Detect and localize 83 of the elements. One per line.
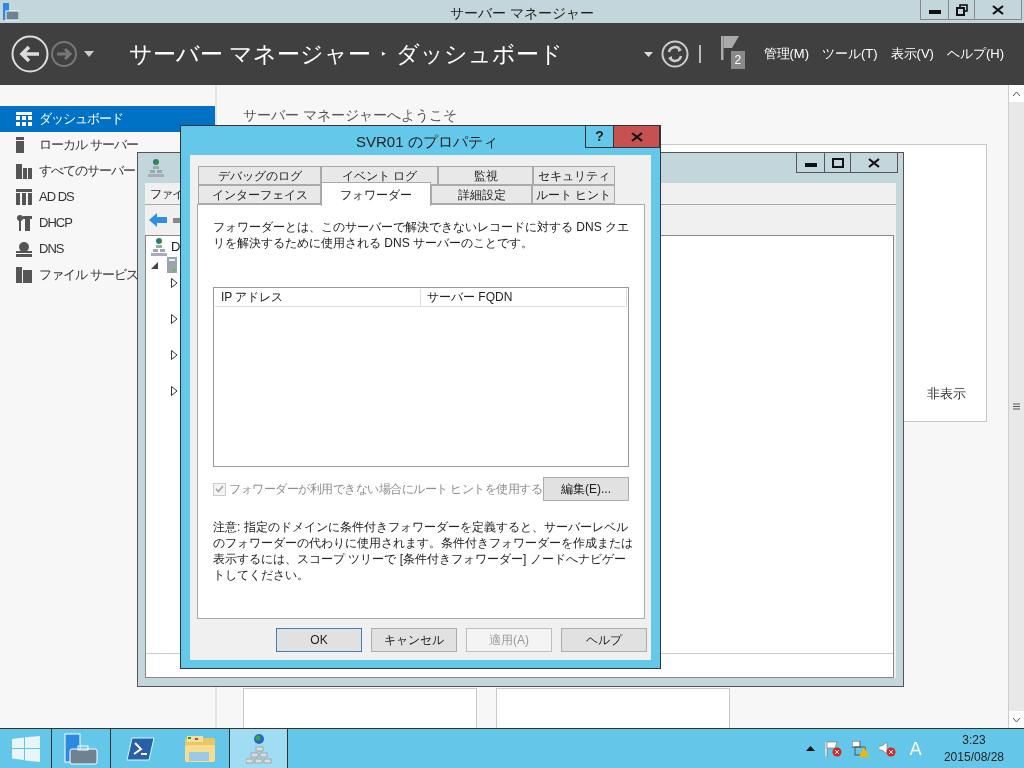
servers-icon	[16, 163, 32, 179]
menu-item[interactable]: 表示(V)	[890, 44, 934, 64]
folder-icon	[183, 734, 216, 763]
minimize-icon	[804, 162, 817, 167]
notification-badge: 2	[730, 51, 746, 69]
checkbox-label: フォワーダーが利用できない場合にルート ヒントを使用する	[229, 481, 543, 498]
dialog-button[interactable]: キャンセル	[371, 628, 457, 652]
refresh-icon[interactable]	[660, 40, 689, 68]
app-icon	[148, 159, 164, 177]
network-warning-icon[interactable]	[851, 740, 869, 757]
sidebar-label: ファイル サービス	[39, 266, 138, 285]
column-header[interactable]: サーバー FQDN	[421, 289, 627, 306]
restore-icon	[955, 3, 968, 16]
back-icon[interactable]	[11, 35, 49, 73]
windows-logo-icon	[11, 735, 40, 762]
tab[interactable]: セキュリティ	[533, 166, 615, 185]
menu-item[interactable]: 管理(M)	[763, 44, 809, 64]
globe-server-icon	[16, 241, 32, 257]
expand-arrow-icon[interactable]	[171, 350, 178, 360]
tools-icon	[16, 215, 32, 231]
terminal-icon	[126, 736, 155, 761]
hide-link[interactable]: 非表示	[927, 383, 966, 403]
breadcrumb-item: ダッシュボード	[396, 39, 564, 69]
sidebar-label: AD DS	[39, 188, 74, 207]
column-header[interactable]: IP アドレス	[215, 289, 421, 306]
breadcrumb-item: サーバー マネージャー	[129, 39, 372, 69]
server-icon	[16, 137, 24, 153]
tab[interactable]: フォワーダー	[321, 182, 431, 206]
scroll-up-icon[interactable]	[1013, 91, 1020, 96]
breadcrumb-separator: ‣	[381, 44, 387, 64]
scroll-grip-icon[interactable]	[1013, 403, 1020, 410]
expand-arrow-icon[interactable]	[171, 278, 178, 288]
file-server-icon	[16, 267, 32, 283]
dns-tree-icon	[245, 732, 272, 765]
sidebar-label: ローカル サーバー	[39, 136, 138, 155]
window-title: サーバー マネージャー	[450, 4, 594, 23]
dialog-title: SVR01 のプロパティ	[356, 132, 498, 152]
note-text: 注意: 指定のドメインに条件付きフォワーダーを定義すると、サーバーレベルのフォワーダーの代わりに使用されます。条件付きフォワーダーを作成または表示するには、スコープ ツリーで [条件付きフォワーダー] ノードへナビゲートしてください。	[213, 519, 633, 583]
dropdown-icon[interactable]	[643, 51, 653, 57]
sidebar-label: ダッシュボード	[39, 110, 123, 129]
edit-button[interactable]: 編集(E)...	[543, 477, 629, 501]
tree-item[interactable]: D	[171, 237, 181, 257]
close-icon	[868, 157, 880, 168]
sidebar-label: すべてのサーバー	[39, 162, 135, 181]
close-icon	[992, 4, 1004, 15]
dialog-button[interactable]: ヘルプ	[561, 628, 647, 652]
tab[interactable]: 監視	[438, 166, 533, 185]
server-toolbox-icon	[64, 732, 98, 765]
clock-time[interactable]: 3:23	[962, 731, 986, 749]
menu-item[interactable]: ヘルプ(H)	[946, 44, 1004, 64]
tab[interactable]: 詳細設定	[431, 185, 532, 204]
description-text: フォワーダーとは、このサーバーで解決できないレコードに対する DNS クエリを解決するために使用される DNS サーバーのことです。	[213, 219, 630, 251]
scroll-down-icon[interactable]	[1013, 717, 1020, 722]
grid-icon	[16, 112, 32, 126]
clock-date[interactable]: 2015/08/28	[943, 748, 1004, 766]
tab[interactable]: インターフェイス	[198, 185, 321, 204]
scrollbar[interactable]	[1008, 85, 1024, 728]
menu-item[interactable]: ツール(T)	[822, 44, 878, 64]
network-icon	[151, 238, 167, 256]
app-icon	[3, 2, 19, 21]
tab[interactable]: ルート ヒント	[532, 185, 615, 204]
taskbar-app[interactable]	[229, 729, 288, 768]
sidebar-label: DHCP	[39, 214, 72, 233]
tab[interactable]: デバッグのログ	[198, 166, 321, 185]
welcome-title: サーバー マネージャーへようこそ	[243, 106, 458, 125]
collapse-arrow-icon[interactable]	[151, 261, 158, 269]
show-hidden-icon[interactable]	[805, 746, 815, 751]
directory-icon	[16, 189, 32, 205]
expand-arrow-icon[interactable]	[171, 386, 178, 396]
dialog-button[interactable]: OK	[276, 628, 362, 652]
back-arrow-icon[interactable]	[149, 213, 167, 227]
close-icon	[630, 131, 643, 142]
dropdown-icon[interactable]	[84, 51, 94, 57]
check-icon	[215, 485, 224, 493]
sidebar-item[interactable]: ダッシュボード	[0, 106, 215, 132]
speaker-muted-icon[interactable]	[878, 740, 896, 757]
maximize-icon	[831, 157, 844, 168]
minimize-icon	[928, 9, 941, 14]
server-icon	[167, 257, 177, 273]
sidebar-label: DNS	[39, 240, 64, 259]
flag-error-icon[interactable]	[824, 740, 842, 757]
sidebar-item[interactable]: ローカル サーバー	[0, 132, 215, 158]
expand-arrow-icon[interactable]	[171, 314, 178, 324]
